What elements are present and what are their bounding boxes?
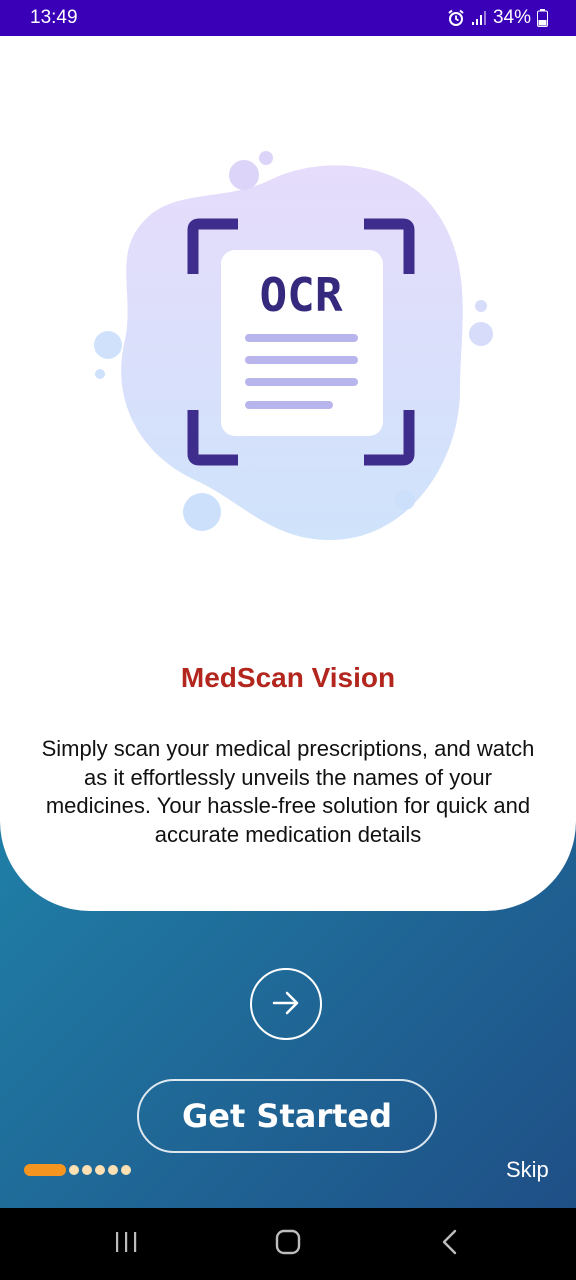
app-description: Simply scan your medical prescriptions, …: [41, 736, 535, 847]
battery-percent: 34%: [492, 7, 531, 28]
page-indicator-active: [24, 1164, 66, 1176]
status-icons: 34%: [447, 7, 548, 29]
arrow-right-icon: [270, 987, 302, 1022]
recent-apps-button[interactable]: [86, 1208, 166, 1280]
skip-button[interactable]: Skip: [506, 1157, 549, 1183]
page-indicator-dot: [108, 1165, 118, 1175]
app-title: MedScan Vision: [180, 662, 396, 693]
alarm-icon: [447, 9, 465, 27]
back-icon: [440, 1229, 460, 1260]
home-icon: [275, 1229, 301, 1260]
ocr-illustration: OCR: [80, 140, 500, 560]
navigation-bar: [0, 1208, 576, 1280]
status-time: 13:49: [30, 7, 78, 28]
next-button[interactable]: [250, 968, 322, 1040]
recent-apps-icon: [114, 1230, 138, 1259]
status-bar: 13:49 34%: [0, 0, 576, 36]
page-indicator-dot: [121, 1165, 131, 1175]
battery-icon: [537, 9, 548, 27]
page-indicator-dot: [69, 1165, 79, 1175]
page-indicator-dot: [82, 1165, 92, 1175]
signal-icon: [471, 10, 487, 26]
get-started-button[interactable]: Get Started: [137, 1079, 437, 1153]
page-indicator: [24, 1164, 131, 1176]
home-button[interactable]: [248, 1208, 328, 1280]
page-indicator-dot: [95, 1165, 105, 1175]
ocr-label: OCR: [259, 268, 342, 322]
back-button[interactable]: [410, 1208, 490, 1280]
